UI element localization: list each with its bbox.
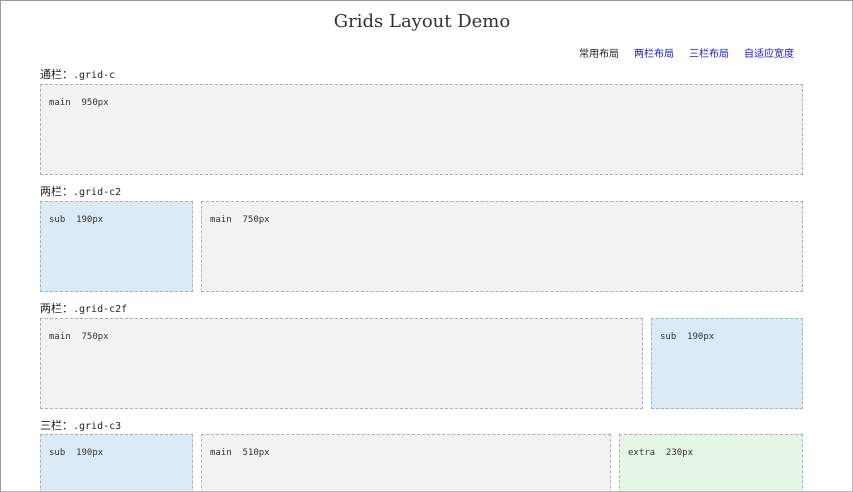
section-label-code: .grid-c2 xyxy=(73,187,122,198)
nav-item-common-layout[interactable]: 常用布局 xyxy=(579,45,619,60)
section-label-code: .grid-c3 xyxy=(73,421,122,432)
browser-viewport: Grids Layout Demo 常用布局 两栏布局 三栏布局 自适应宽度 通… xyxy=(0,0,853,492)
page-title: Grids Layout Demo xyxy=(333,11,511,32)
grid-c3-extra-block: extra 230px xyxy=(619,434,803,491)
grid-c3-sub-block: sub 190px xyxy=(40,434,193,491)
grid-c2f-main-block: main 750px xyxy=(40,318,643,409)
section-label-grid-c3: 三栏：.grid-c3 xyxy=(40,417,121,433)
grid-c3-main-block: main 510px xyxy=(201,434,611,491)
section-label-code: .grid-c2f xyxy=(73,304,128,315)
section-label-cn: 通栏： xyxy=(40,68,73,81)
section-label-grid-c: 通栏：.grid-c xyxy=(40,66,115,82)
grid-c-main-block: main 950px xyxy=(40,84,803,175)
section-label-grid-c2: 两栏：.grid-c2 xyxy=(40,183,121,199)
layout-nav: 常用布局 两栏布局 三栏布局 自适应宽度 xyxy=(579,45,794,60)
nav-item-two-column-layout[interactable]: 两栏布局 xyxy=(634,45,674,60)
grid-c2f-sub-block: sub 190px xyxy=(651,318,803,409)
grid-c2-sub-block: sub 190px xyxy=(40,201,193,292)
nav-item-fluid-width[interactable]: 自适应宽度 xyxy=(744,45,794,60)
section-label-cn: 两栏： xyxy=(40,302,73,315)
section-label-grid-c2f: 两栏：.grid-c2f xyxy=(40,300,127,316)
section-label-code: .grid-c xyxy=(73,70,116,81)
section-label-cn: 两栏： xyxy=(40,185,73,198)
nav-item-three-column-layout[interactable]: 三栏布局 xyxy=(689,45,729,60)
grid-c2-main-block: main 750px xyxy=(201,201,803,292)
section-label-cn: 三栏： xyxy=(40,419,73,432)
